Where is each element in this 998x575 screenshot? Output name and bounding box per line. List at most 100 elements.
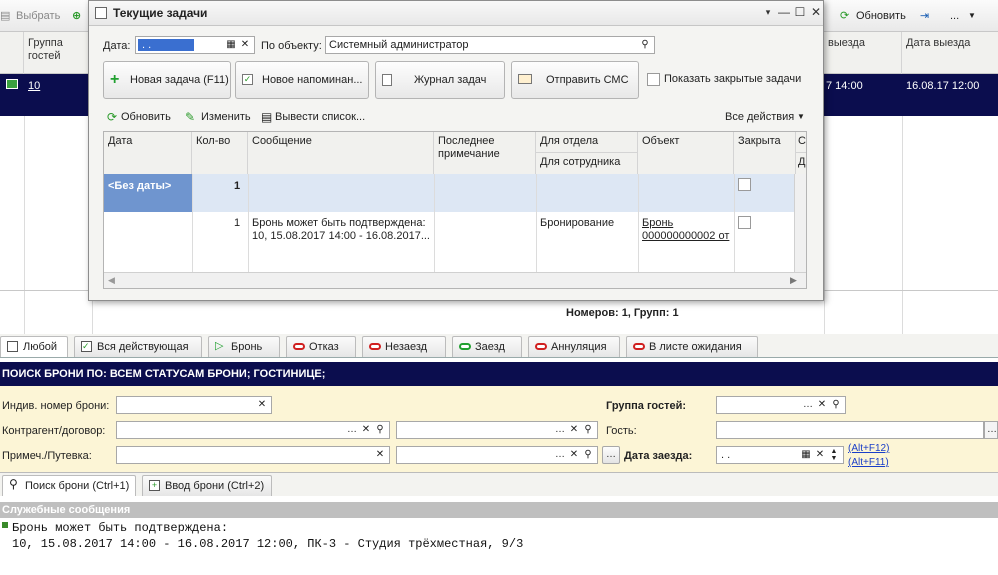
search-icon[interactable]: ⚲: [581, 448, 595, 462]
tab-search-booking[interactable]: ⚲ Поиск брони (Ctrl+1): [2, 475, 136, 496]
checkin-date-input[interactable]: . . ▦ ✕ ▲ ▼: [716, 446, 844, 464]
mode-tabs: ⚲ Поиск брони (Ctrl+1) + Ввод брони (Ctr…: [0, 472, 998, 496]
show-closed-checkbox[interactable]: [647, 73, 660, 86]
vertical-scrollbar[interactable]: [794, 174, 806, 272]
closed-checkbox[interactable]: [738, 178, 751, 191]
column-guest-group[interactable]: Группа гостей: [24, 32, 92, 74]
column-for-department[interactable]: Для отдела: [536, 132, 638, 153]
more-options-button[interactable]: …: [602, 446, 620, 464]
chevron-down-icon[interactable]: ▼: [797, 112, 805, 121]
search-icon[interactable]: ⚲: [373, 423, 387, 437]
send-sms-button[interactable]: Отправить СМС: [511, 61, 639, 99]
all-actions-menu[interactable]: Все действия: [725, 111, 794, 123]
search-icon[interactable]: ⚲: [829, 398, 843, 412]
print-list-command[interactable]: Вывести список...: [275, 111, 365, 123]
scroll-right-icon[interactable]: ▶: [790, 275, 797, 286]
calendar-icon[interactable]: ▦: [224, 38, 238, 52]
date-input[interactable]: . . ▦ ✕: [135, 36, 255, 54]
column-extra-2[interactable]: Д: [796, 153, 806, 174]
column-last-note[interactable]: Последнее примечание: [434, 132, 536, 174]
clear-icon[interactable]: ✕: [255, 398, 269, 412]
clear-icon[interactable]: ✕: [373, 448, 387, 462]
column-extra-1[interactable]: С: [796, 132, 806, 153]
column-for-employee[interactable]: Для сотрудника: [536, 153, 638, 174]
spinner-icon[interactable]: ▲ ▼: [827, 448, 841, 462]
calendar-icon[interactable]: ▦: [799, 448, 813, 462]
row-object-line1[interactable]: Бронь: [642, 217, 673, 230]
contract-input[interactable]: … ✕ ⚲: [396, 421, 598, 439]
column-message[interactable]: Сообщение: [248, 132, 434, 174]
export-icon[interactable]: ⇥: [920, 7, 929, 25]
guest-input[interactable]: [716, 421, 984, 439]
current-tasks-dialog: Текущие задачи ▾ — ☐ ✕ Дата: . . ▦ ✕ По …: [88, 0, 824, 301]
clear-icon[interactable]: ✕: [567, 448, 581, 462]
minimize-icon[interactable]: —: [777, 5, 791, 19]
select-button[interactable]: Выбрать: [16, 7, 60, 25]
column-date[interactable]: Дата: [104, 132, 192, 174]
closed-checkbox[interactable]: [738, 216, 751, 229]
note-input[interactable]: ✕: [116, 446, 390, 464]
task-journal-button[interactable]: Журнал задач: [375, 61, 505, 99]
refresh-command[interactable]: Обновить: [121, 111, 171, 123]
row-guest-group[interactable]: 10: [28, 80, 40, 92]
column-checkout-date[interactable]: Дата выезда: [902, 32, 998, 74]
tab-booking[interactable]: ▷ Бронь: [208, 336, 280, 357]
pin-icon[interactable]: ▾: [761, 5, 775, 19]
more-chevron-icon[interactable]: ▼: [968, 7, 976, 25]
tasks-table: Дата Кол-во Сообщение Последнее примечан…: [103, 131, 807, 289]
close-icon[interactable]: ✕: [809, 5, 823, 19]
clear-icon[interactable]: ✕: [815, 398, 829, 412]
plus-icon: +: [110, 71, 120, 88]
add-icon[interactable]: ⊕: [72, 7, 81, 25]
tab-cancellation[interactable]: Аннуляция: [528, 336, 620, 357]
select-ellipsis-icon[interactable]: …: [801, 398, 815, 412]
ellipsis-icon: …: [987, 424, 997, 435]
new-reminder-button[interactable]: ✓ Новое напоминан...: [235, 61, 369, 99]
tab-label: Отказ: [309, 341, 339, 353]
search-icon[interactable]: ⚲: [581, 423, 595, 437]
more-button[interactable]: ...: [950, 7, 959, 25]
maximize-icon[interactable]: ☐: [793, 5, 807, 19]
clear-icon[interactable]: ✕: [359, 423, 373, 437]
row-department: Бронирование: [540, 217, 615, 229]
scroll-left-icon[interactable]: ◀: [108, 275, 115, 286]
column-object[interactable]: Объект: [638, 132, 734, 174]
dialog-titlebar[interactable]: Текущие задачи ▾ — ☐ ✕: [89, 1, 823, 26]
clear-icon[interactable]: ✕: [813, 448, 827, 462]
column-closed[interactable]: Закрыта: [734, 132, 796, 174]
clear-icon[interactable]: ✕: [567, 423, 581, 437]
search-icon[interactable]: ⚲: [638, 38, 652, 52]
individual-number-input[interactable]: ✕: [116, 396, 272, 414]
tab-waiting-list[interactable]: В листе ожидания: [626, 336, 758, 357]
refresh-button[interactable]: Обновить: [856, 7, 906, 25]
select-ellipsis-icon[interactable]: …: [553, 448, 567, 462]
tab-any[interactable]: Любой: [0, 336, 68, 357]
tab-all-active[interactable]: ✓ Вся действующая: [74, 336, 202, 357]
edit-command[interactable]: Изменить: [201, 111, 251, 123]
object-input[interactable]: Системный администратор ⚲: [325, 36, 655, 54]
new-task-button[interactable]: + Новая задача (F11): [103, 61, 231, 99]
select-ellipsis-icon[interactable]: …: [345, 423, 359, 437]
row-object-line2[interactable]: 000000000002 от: [642, 230, 729, 243]
select-ellipsis-icon[interactable]: …: [553, 423, 567, 437]
column-checkout-partial[interactable]: выезда: [824, 32, 902, 74]
tab-enter-booking[interactable]: + Ввод брони (Ctrl+2): [142, 475, 272, 496]
column-qty[interactable]: Кол-во: [192, 132, 248, 174]
tab-label: Поиск брони (Ctrl+1): [25, 480, 130, 492]
guest-select-button[interactable]: …: [984, 421, 998, 439]
hotkey-link-1[interactable]: (Alt+F12): [848, 443, 889, 454]
tab-no-show[interactable]: Незаезд: [362, 336, 446, 357]
button-label: Журнал задач: [414, 74, 487, 86]
tab-refusal[interactable]: Отказ: [286, 336, 356, 357]
contractor-input[interactable]: … ✕ ⚲: [116, 421, 390, 439]
hotkey-link-2[interactable]: (Alt+F11): [848, 457, 889, 468]
clear-icon[interactable]: ✕: [238, 38, 252, 52]
horizontal-scrollbar[interactable]: ◀ ▶: [104, 272, 806, 288]
column-icon: [0, 32, 24, 74]
guest-group-input[interactable]: … ✕ ⚲: [716, 396, 846, 414]
totals-label: Номеров: 1, Групп: 1: [566, 307, 679, 319]
tab-checkin[interactable]: Заезд: [452, 336, 522, 357]
voucher-input[interactable]: … ✕ ⚲: [396, 446, 598, 464]
table-row-group[interactable]: [104, 174, 794, 212]
print-icon: ▤: [261, 110, 273, 124]
